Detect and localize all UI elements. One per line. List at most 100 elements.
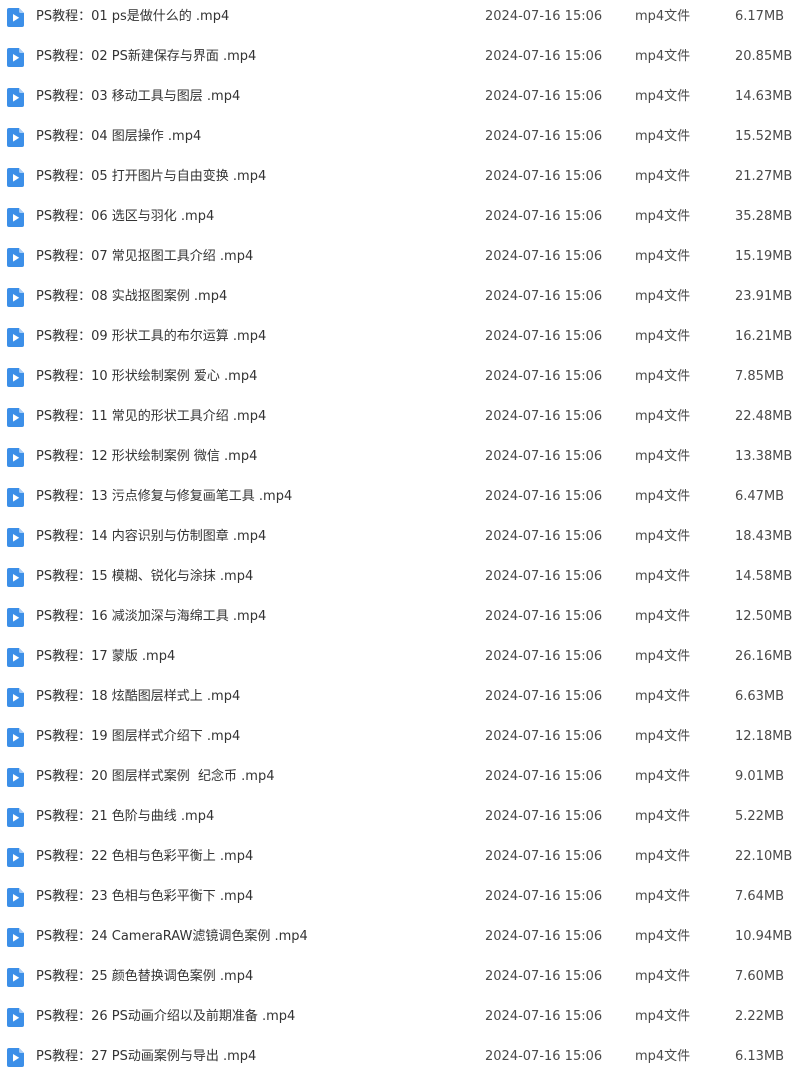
file-name[interactable]: PS教程：16 减淡加深与海绵工具 .mp4 (36, 597, 266, 637)
video-file-icon (7, 728, 24, 747)
file-row[interactable]: PS教程：11 常见的形状工具介绍 .mp4 2024-07-16 15:06 … (0, 397, 797, 437)
file-name[interactable]: PS教程：25 颜色替换调色案例 .mp4 (36, 957, 253, 997)
file-date: 2024-07-16 15:06 (485, 289, 603, 304)
file-row[interactable]: PS教程：06 选区与羽化 .mp4 2024-07-16 15:06 mp4文… (0, 197, 797, 237)
file-name[interactable]: PS教程：21 色阶与曲线 .mp4 (36, 797, 214, 837)
file-name[interactable]: PS教程：06 选区与羽化 .mp4 (36, 197, 214, 237)
file-name[interactable]: PS教程：02 PS新建保存与界面 .mp4 (36, 37, 256, 77)
file-row[interactable]: PS教程：18 炫酷图层样式上 .mp4 2024-07-16 15:06 mp… (0, 677, 797, 717)
file-name[interactable]: PS教程：12 形状绘制案例 微信 .mp4 (36, 437, 257, 477)
file-size: 14.63MB (735, 89, 793, 104)
file-date: 2024-07-16 15:06 (485, 649, 603, 664)
file-name[interactable]: PS教程：18 炫酷图层样式上 .mp4 (36, 677, 240, 717)
file-row[interactable]: PS教程：24 CameraRAW滤镜调色案例 .mp4 2024-07-16 … (0, 917, 797, 957)
file-row[interactable]: PS教程：08 实战抠图案例 .mp4 2024-07-16 15:06 mp4… (0, 277, 797, 317)
file-type: mp4文件 (635, 969, 691, 984)
file-date: 2024-07-16 15:06 (485, 9, 603, 24)
file-type: mp4文件 (635, 1049, 691, 1064)
file-name[interactable]: PS教程：08 实战抠图案例 .mp4 (36, 277, 227, 317)
file-row[interactable]: PS教程：22 色相与色彩平衡上 .mp4 2024-07-16 15:06 m… (0, 837, 797, 877)
file-type: mp4文件 (635, 1009, 691, 1024)
file-row[interactable]: PS教程：27 PS动画案例与导出 .mp4 2024-07-16 15:06 … (0, 1037, 797, 1077)
file-date: 2024-07-16 15:06 (485, 1049, 603, 1064)
file-name[interactable]: PS教程：05 打开图片与自由变换 .mp4 (36, 157, 266, 197)
file-type: mp4文件 (635, 689, 691, 704)
file-size: 14.58MB (735, 569, 793, 584)
file-name[interactable]: PS教程：15 模糊、锐化与涂抹 .mp4 (36, 557, 253, 597)
file-date: 2024-07-16 15:06 (485, 809, 603, 824)
video-file-icon (7, 888, 24, 907)
file-row[interactable]: PS教程：14 内容识别与仿制图章 .mp4 2024-07-16 15:06 … (0, 517, 797, 557)
file-name[interactable]: PS教程：07 常见抠图工具介绍 .mp4 (36, 237, 253, 277)
file-type: mp4文件 (635, 489, 691, 504)
file-date: 2024-07-16 15:06 (485, 889, 603, 904)
video-file-icon (7, 408, 24, 427)
video-file-icon (7, 248, 24, 267)
file-row[interactable]: PS教程：13 污点修复与修复画笔工具 .mp4 2024-07-16 15:0… (0, 477, 797, 517)
file-row[interactable]: PS教程：26 PS动画介绍以及前期准备 .mp4 2024-07-16 15:… (0, 997, 797, 1037)
video-file-icon (7, 48, 24, 67)
file-row[interactable]: PS教程：16 减淡加深与海绵工具 .mp4 2024-07-16 15:06 … (0, 597, 797, 637)
video-file-icon (7, 648, 24, 667)
file-row[interactable]: PS教程：21 色阶与曲线 .mp4 2024-07-16 15:06 mp4文… (0, 797, 797, 837)
file-size: 13.38MB (735, 449, 793, 464)
file-name[interactable]: PS教程：14 内容识别与仿制图章 .mp4 (36, 517, 266, 557)
file-date: 2024-07-16 15:06 (485, 609, 603, 624)
file-date: 2024-07-16 15:06 (485, 129, 603, 144)
file-row[interactable]: PS教程：10 形状绘制案例 爱心 .mp4 2024-07-16 15:06 … (0, 357, 797, 397)
file-size: 9.01MB (735, 769, 785, 784)
file-size: 26.16MB (735, 649, 793, 664)
file-name[interactable]: PS教程：20 图层样式案例 纪念币 .mp4 (36, 757, 274, 797)
video-file-icon (7, 768, 24, 787)
file-size: 6.63MB (735, 689, 785, 704)
file-row[interactable]: PS教程：20 图层样式案例 纪念币 .mp4 2024-07-16 15:06… (0, 757, 797, 797)
file-name[interactable]: PS教程：27 PS动画案例与导出 .mp4 (36, 1037, 256, 1077)
file-type: mp4文件 (635, 369, 691, 384)
file-name[interactable]: PS教程：23 色相与色彩平衡下 .mp4 (36, 877, 253, 917)
file-row[interactable]: PS教程：05 打开图片与自由变换 .mp4 2024-07-16 15:06 … (0, 157, 797, 197)
video-file-icon (7, 688, 24, 707)
file-name[interactable]: PS教程：09 形状工具的布尔运算 .mp4 (36, 317, 266, 357)
file-name[interactable]: PS教程：03 移动工具与图层 .mp4 (36, 77, 240, 117)
file-row[interactable]: PS教程：23 色相与色彩平衡下 .mp4 2024-07-16 15:06 m… (0, 877, 797, 917)
file-row[interactable]: PS教程：01 ps是做什么的 .mp4 2024-07-16 15:06 mp… (0, 0, 797, 37)
video-file-icon (7, 328, 24, 347)
file-type: mp4文件 (635, 329, 691, 344)
video-file-icon (7, 528, 24, 547)
file-name[interactable]: PS教程：22 色相与色彩平衡上 .mp4 (36, 837, 253, 877)
file-name[interactable]: PS教程：19 图层样式介绍下 .mp4 (36, 717, 240, 757)
file-date: 2024-07-16 15:06 (485, 929, 603, 944)
file-size: 22.48MB (735, 409, 793, 424)
video-file-icon (7, 848, 24, 867)
file-name[interactable]: PS教程：10 形状绘制案例 爱心 .mp4 (36, 357, 257, 397)
file-name[interactable]: PS教程：01 ps是做什么的 .mp4 (36, 0, 229, 37)
file-row[interactable]: PS教程：07 常见抠图工具介绍 .mp4 2024-07-16 15:06 m… (0, 237, 797, 277)
file-date: 2024-07-16 15:06 (485, 1009, 603, 1024)
file-name[interactable]: PS教程：26 PS动画介绍以及前期准备 .mp4 (36, 997, 295, 1037)
file-name[interactable]: PS教程：17 蒙版 .mp4 (36, 637, 175, 677)
file-size: 10.94MB (735, 929, 793, 944)
file-type: mp4文件 (635, 289, 691, 304)
file-row[interactable]: PS教程：04 图层操作 .mp4 2024-07-16 15:06 mp4文件… (0, 117, 797, 157)
file-date: 2024-07-16 15:06 (485, 249, 603, 264)
file-row[interactable]: PS教程：15 模糊、锐化与涂抹 .mp4 2024-07-16 15:06 m… (0, 557, 797, 597)
file-name[interactable]: PS教程：04 图层操作 .mp4 (36, 117, 201, 157)
file-type: mp4文件 (635, 529, 691, 544)
file-row[interactable]: PS教程：03 移动工具与图层 .mp4 2024-07-16 15:06 mp… (0, 77, 797, 117)
file-size: 16.21MB (735, 329, 793, 344)
file-type: mp4文件 (635, 929, 691, 944)
file-size: 5.22MB (735, 809, 785, 824)
file-type: mp4文件 (635, 249, 691, 264)
file-row[interactable]: PS教程：17 蒙版 .mp4 2024-07-16 15:06 mp4文件 2… (0, 637, 797, 677)
file-size: 21.27MB (735, 169, 793, 184)
file-row[interactable]: PS教程：09 形状工具的布尔运算 .mp4 2024-07-16 15:06 … (0, 317, 797, 357)
file-row[interactable]: PS教程：25 颜色替换调色案例 .mp4 2024-07-16 15:06 m… (0, 957, 797, 997)
file-row[interactable]: PS教程：19 图层样式介绍下 .mp4 2024-07-16 15:06 mp… (0, 717, 797, 757)
file-name[interactable]: PS教程：13 污点修复与修复画笔工具 .mp4 (36, 477, 292, 517)
file-row[interactable]: PS教程：12 形状绘制案例 微信 .mp4 2024-07-16 15:06 … (0, 437, 797, 477)
file-name[interactable]: PS教程：24 CameraRAW滤镜调色案例 .mp4 (36, 917, 308, 957)
file-row[interactable]: PS教程：02 PS新建保存与界面 .mp4 2024-07-16 15:06 … (0, 37, 797, 77)
file-type: mp4文件 (635, 769, 691, 784)
file-date: 2024-07-16 15:06 (485, 569, 603, 584)
file-name[interactable]: PS教程：11 常见的形状工具介绍 .mp4 (36, 397, 266, 437)
